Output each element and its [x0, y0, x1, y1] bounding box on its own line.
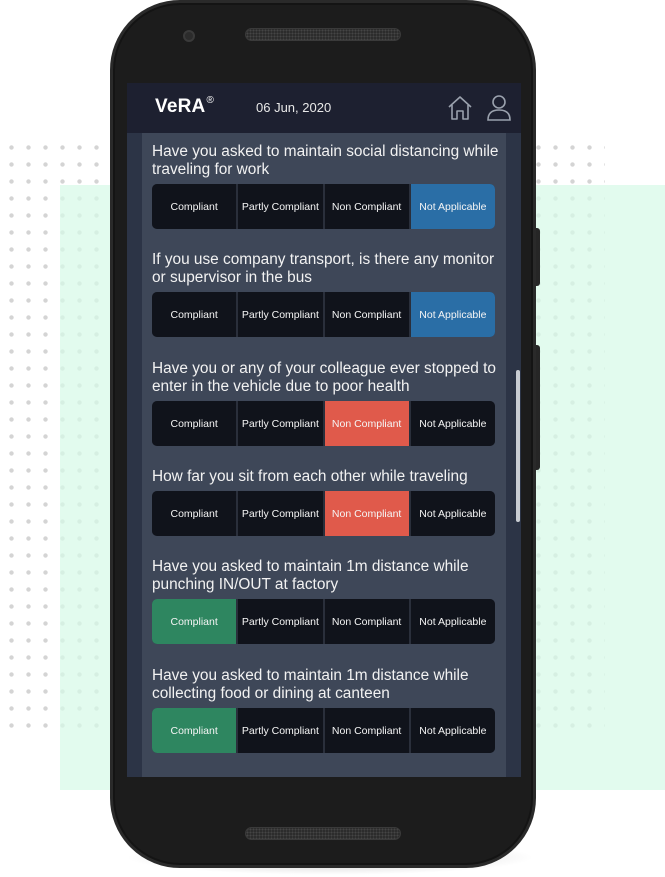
question-text: How far you sit from each other while tr…: [152, 468, 468, 485]
option-non-compliant-button[interactable]: Non Compliant: [324, 599, 409, 644]
answer-segmented-control: Compliant Partly Compliant Non Compliant No…: [152, 491, 495, 536]
option-not-applicable-button[interactable]: Not Applicable: [410, 292, 495, 337]
option-partly-compliant-button[interactable]: Partly Compliant: [238, 401, 323, 446]
option-non-compliant-button[interactable]: Non Compliant: [324, 708, 409, 753]
questionnaire-panel: Have you asked to maintain social distan…: [142, 133, 506, 777]
option-not-applicable-button[interactable]: Not Applicable: [410, 599, 495, 644]
user-profile-icon[interactable]: [485, 94, 513, 122]
app-header: VeRA® 06 Jun, 2020: [127, 83, 521, 133]
option-partly-compliant-button[interactable]: Partly Compliant: [238, 292, 323, 337]
home-icon[interactable]: [446, 94, 474, 122]
option-compliant-button[interactable]: Compliant: [152, 292, 237, 337]
question-text: Have you asked to maintain social distan…: [152, 143, 499, 178]
answer-segmented-control: Compliant Partly Compliant Non Compliant No…: [152, 401, 495, 446]
bottom-speaker: [245, 827, 401, 840]
question-text: Have you asked to maintain 1m distance w…: [152, 667, 469, 702]
option-compliant-button[interactable]: Compliant: [152, 491, 237, 536]
option-non-compliant-button[interactable]: Non Compliant: [324, 184, 409, 229]
answer-segmented-control: Compliant Partly Compliant Non Compliant No…: [152, 292, 495, 337]
question-text: Have you asked to maintain 1m distance w…: [152, 558, 469, 593]
option-non-compliant-button[interactable]: Non Compliant: [324, 401, 409, 446]
option-compliant-button[interactable]: Compliant: [152, 401, 237, 446]
question-item: How far you sit from each other while tr…: [152, 468, 500, 536]
question-item: If you use company transport, is there a…: [152, 251, 500, 337]
option-non-compliant-button[interactable]: Non Compliant: [324, 491, 409, 536]
app-name: VeRA: [155, 96, 206, 117]
option-not-applicable-button[interactable]: Not Applicable: [410, 708, 495, 753]
front-camera: [183, 30, 195, 42]
question-item: Have you asked to maintain 1m distance w…: [152, 558, 500, 644]
answer-segmented-control: Compliant Partly Compliant Non Compliant No…: [152, 599, 495, 644]
answer-segmented-control: Compliant Partly Compliant Non Compliant No…: [152, 708, 495, 753]
app-logo: VeRA®: [155, 95, 215, 118]
option-partly-compliant-button[interactable]: Partly Compliant: [238, 184, 323, 229]
question-text: Have you or any of your colleague ever s…: [152, 360, 496, 395]
question-text: If you use company transport, is there a…: [152, 251, 495, 286]
app-screen: VeRA® 06 Jun, 2020 Have you asked to mai…: [127, 83, 521, 777]
option-compliant-button[interactable]: Compliant: [152, 599, 237, 644]
option-not-applicable-button[interactable]: Not Applicable: [410, 491, 495, 536]
question-item: Have you asked to maintain social distan…: [152, 143, 500, 229]
option-compliant-button[interactable]: Compliant: [152, 184, 237, 229]
scrollbar-thumb[interactable]: [516, 370, 520, 522]
option-not-applicable-button[interactable]: Not Applicable: [410, 184, 495, 229]
registered-mark: ®: [206, 95, 215, 106]
top-speaker: [245, 28, 401, 41]
option-partly-compliant-button[interactable]: Partly Compliant: [238, 708, 323, 753]
question-item: Have you asked to maintain 1m distance w…: [152, 667, 500, 753]
option-partly-compliant-button[interactable]: Partly Compliant: [238, 599, 323, 644]
option-not-applicable-button[interactable]: Not Applicable: [410, 401, 495, 446]
option-partly-compliant-button[interactable]: Partly Compliant: [238, 491, 323, 536]
option-non-compliant-button[interactable]: Non Compliant: [324, 292, 409, 337]
answer-segmented-control: Compliant Partly Compliant Non Compliant No…: [152, 184, 495, 229]
header-date: 06 Jun, 2020: [256, 100, 332, 115]
option-compliant-button[interactable]: Compliant: [152, 708, 237, 753]
question-item: Have you or any of your colleague ever s…: [152, 360, 500, 446]
